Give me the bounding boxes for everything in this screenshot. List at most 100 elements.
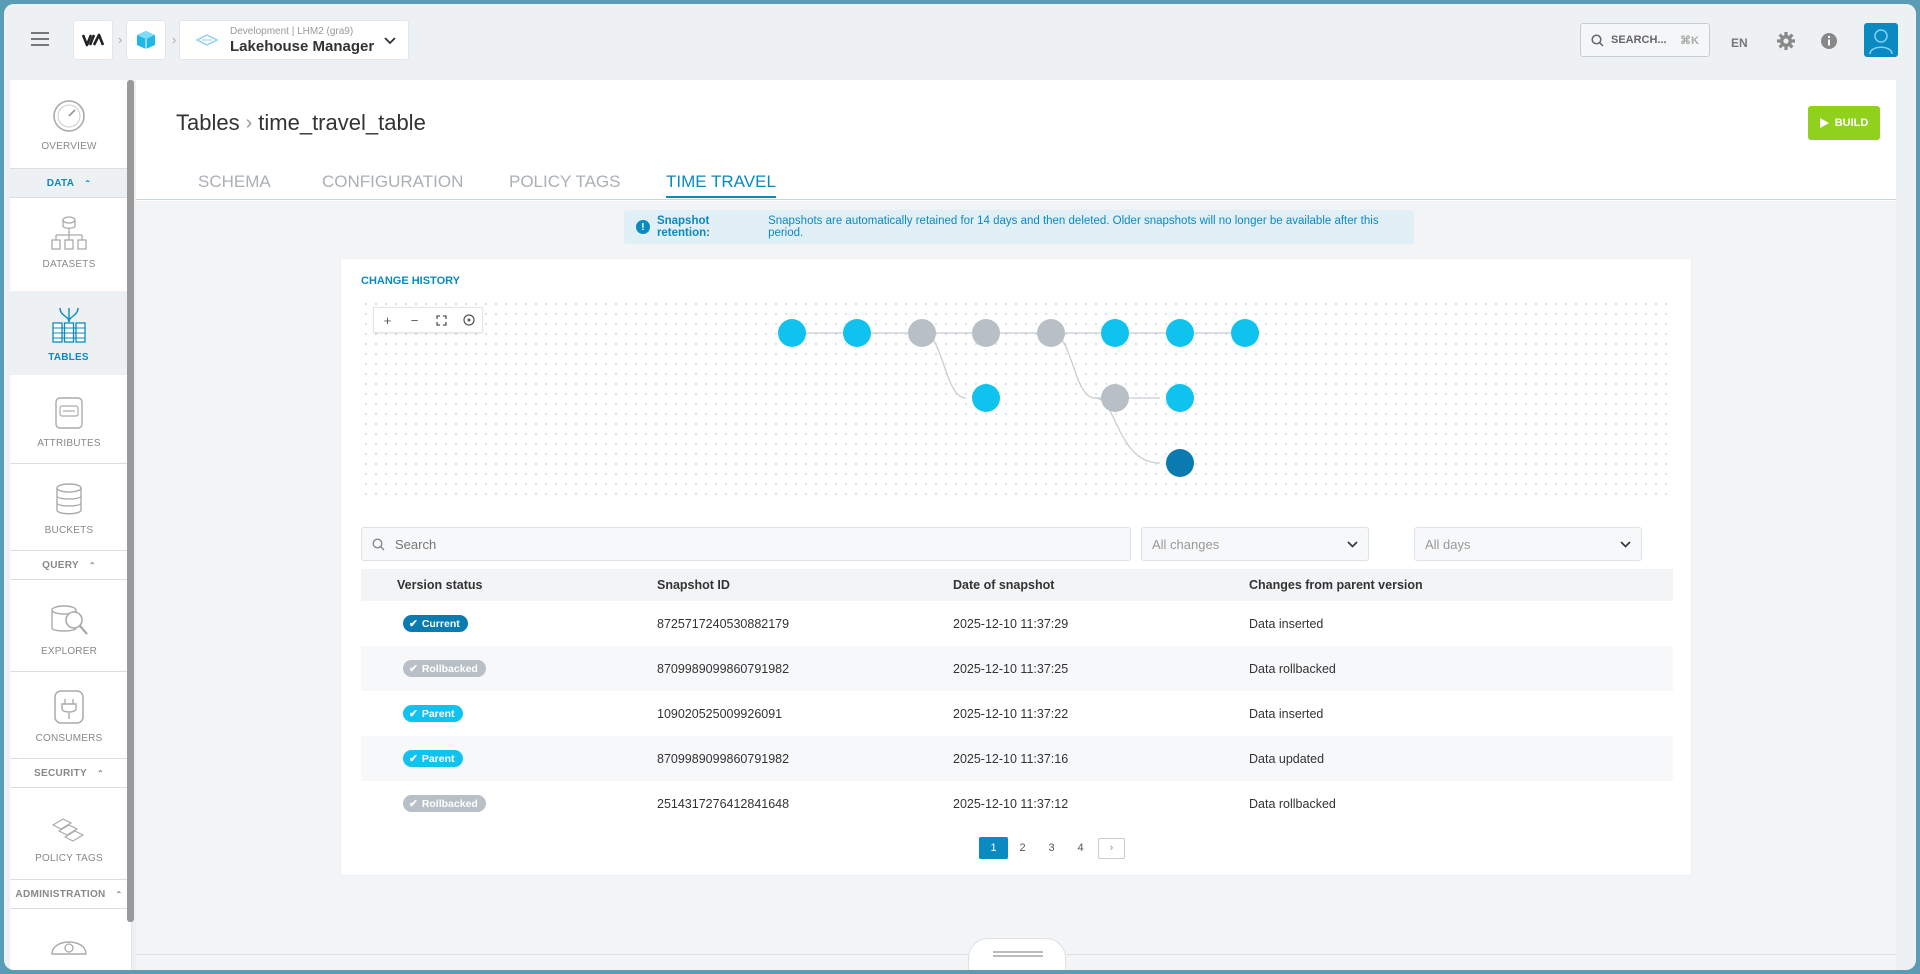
retention-title: Snapshot retention: <box>656 215 710 239</box>
sidebar-item-policy-tags[interactable]: POLICY TAGS <box>10 792 128 876</box>
change-history-card: CHANGE HISTORY + − Search All changes Al… <box>340 258 1692 876</box>
bottom-drawer-handle[interactable] <box>968 938 1066 970</box>
tab-time-travel[interactable]: TIME TRAVEL <box>666 172 776 198</box>
fit-view-button[interactable] <box>428 308 455 332</box>
page-button[interactable]: 4 <box>1066 837 1095 859</box>
status-badge: ✔ Rollbacked <box>403 795 486 812</box>
graph-node[interactable] <box>972 384 1000 412</box>
snapshot-table: Version status Snapshot ID Date of snaps… <box>361 569 1673 826</box>
page-button[interactable]: 1 <box>979 837 1008 859</box>
data-platform-button[interactable] <box>126 20 166 60</box>
page-button[interactable]: 2 <box>1008 837 1037 859</box>
search-icon <box>1591 33 1604 47</box>
page-title: time_travel_table <box>258 110 426 135</box>
sidebar-item-label: OVERVIEW <box>41 141 97 152</box>
snapshot-changes: Data inserted <box>1249 616 1324 631</box>
check-icon: ✔ <box>409 707 418 720</box>
section-label: ADMINISTRATION <box>15 888 106 900</box>
status-badge: ✔ Parent <box>403 705 463 722</box>
info-icon[interactable] <box>1820 32 1838 50</box>
sidebar-item-attributes[interactable]: ATTRIBUTES <box>10 377 128 461</box>
chevron-down-icon <box>1620 540 1631 548</box>
page-button[interactable]: 3 <box>1037 837 1066 859</box>
section-label: QUERY <box>42 559 79 571</box>
zoom-in-button[interactable]: + <box>374 308 401 332</box>
gear-icon[interactable] <box>1776 31 1796 51</box>
chevron-up-icon: ⌃ <box>96 768 104 778</box>
table-row[interactable]: ✔ Parent 109020525009926091 2025-12-10 11… <box>361 691 1673 736</box>
column-header: Changes from parent version <box>1249 578 1423 592</box>
sidebar-item-tables[interactable]: TABLES <box>10 291 131 375</box>
search-input[interactable] <box>395 536 1095 552</box>
table-row[interactable]: ✔ Current 8725717240530882179 2025-12-10 … <box>361 601 1673 646</box>
build-button[interactable]: BUILD <box>1808 106 1880 140</box>
snapshot-changes: Data rollbacked <box>1249 796 1336 811</box>
snapshot-date: 2025-12-10 11:37:12 <box>953 796 1069 811</box>
sidebar-item-label: POLICY TAGS <box>35 853 103 864</box>
lakehouse-icon <box>195 34 219 46</box>
snapshot-graph-canvas <box>778 319 1259 477</box>
snapshot-id: 8709989099860791982 <box>657 661 790 676</box>
sidebar-item-label: BUCKETS <box>44 525 94 536</box>
days-filter-select[interactable]: All days <box>1414 527 1642 561</box>
tab-policy-tags[interactable]: POLICY TAGS <box>509 172 621 196</box>
tab-configuration[interactable]: CONFIGURATION <box>322 172 463 196</box>
graph-node[interactable] <box>1101 384 1129 412</box>
chevron-up-icon: ⌃ <box>115 889 123 899</box>
graph-node[interactable] <box>1101 319 1129 347</box>
chevron-right-icon: › <box>172 32 177 47</box>
snapshot-graph[interactable]: + − <box>361 299 1673 499</box>
tab-schema[interactable]: SCHEMA <box>198 172 271 196</box>
sidebar-item-overview[interactable]: OVERVIEW <box>10 80 128 164</box>
snapshot-date: 2025-12-10 11:37:29 <box>953 616 1069 631</box>
graph-node[interactable] <box>908 319 936 347</box>
sidebar-item-explorer[interactable]: EXPLORER <box>10 585 128 669</box>
table-search-field[interactable] <box>361 527 1131 561</box>
graph-node[interactable] <box>843 319 871 347</box>
changes-filter-select[interactable]: All changes <box>1141 527 1369 561</box>
retention-text: Snapshots are automatically retained for… <box>768 215 1379 239</box>
graph-node[interactable] <box>1037 319 1065 347</box>
breadcrumb-tables-link[interactable]: Tables <box>176 110 240 136</box>
table-row[interactable]: ✔ Rollbacked 8709989099860791982 2025-12-… <box>361 646 1673 691</box>
sidebar-section-administration[interactable]: ADMINISTRATION ⌃ <box>10 879 128 909</box>
global-search-button[interactable]: SEARCH... ⌘K <box>1580 23 1710 57</box>
graph-node[interactable] <box>1166 319 1194 347</box>
column-header: Version status <box>397 578 483 592</box>
table-row[interactable]: ✔ Parent 8709989099860791982 2025-12-10 1… <box>361 736 1673 781</box>
search-icon <box>372 537 385 550</box>
sidebar-section-query[interactable]: QUERY ⌃ <box>10 550 128 580</box>
check-icon: ✔ <box>409 662 418 675</box>
user-avatar[interactable] <box>1864 23 1898 57</box>
sidebar-scrollbar[interactable] <box>127 80 134 922</box>
sidebar-section-security[interactable]: SECURITY ⌃ <box>10 758 128 788</box>
next-page-button[interactable]: › <box>1098 837 1125 859</box>
graph-zoom-controls: + − <box>373 307 483 333</box>
snapshot-date: 2025-12-10 11:37:16 <box>953 751 1069 766</box>
snapshot-date: 2025-12-10 11:37:25 <box>953 661 1069 676</box>
sidebar-item-consumers[interactable]: CONSUMERS <box>10 672 128 756</box>
graph-node[interactable] <box>1166 384 1194 412</box>
sidebar-item-datasets[interactable]: DATASETS <box>10 198 128 282</box>
sidebar-item-label: ATTRIBUTES <box>37 438 101 449</box>
chevron-down-icon <box>1347 540 1358 548</box>
sidebar-section-data[interactable]: DATA ⌃ <box>10 168 128 198</box>
sidebar-item-buckets[interactable]: BUCKETS <box>10 464 128 548</box>
status-label: Current <box>421 617 460 630</box>
policy-tags-icon <box>51 818 85 842</box>
project-selector[interactable]: Development | LHM2 (gra9) Lakehouse Mana… <box>179 20 409 60</box>
table-row[interactable]: ✔ Rollbacked 2514317276412841648 2025-12-… <box>361 781 1673 826</box>
graph-node[interactable] <box>972 319 1000 347</box>
graph-node[interactable] <box>1231 319 1259 347</box>
status-label: Parent <box>421 707 455 720</box>
language-selector[interactable]: EN <box>1731 36 1748 50</box>
administration-icon <box>51 941 87 955</box>
graph-node[interactable] <box>778 319 806 347</box>
menu-icon[interactable] <box>31 32 49 46</box>
graph-node-current[interactable] <box>1166 449 1194 477</box>
center-view-button[interactable] <box>455 308 482 332</box>
zoom-out-button[interactable]: − <box>401 308 428 332</box>
home-logo-button[interactable] <box>73 20 113 60</box>
sidebar-item-label: DATASETS <box>42 259 96 270</box>
top-bar: › › Development | LHM2 (gra9) Lakehouse … <box>4 4 1916 76</box>
